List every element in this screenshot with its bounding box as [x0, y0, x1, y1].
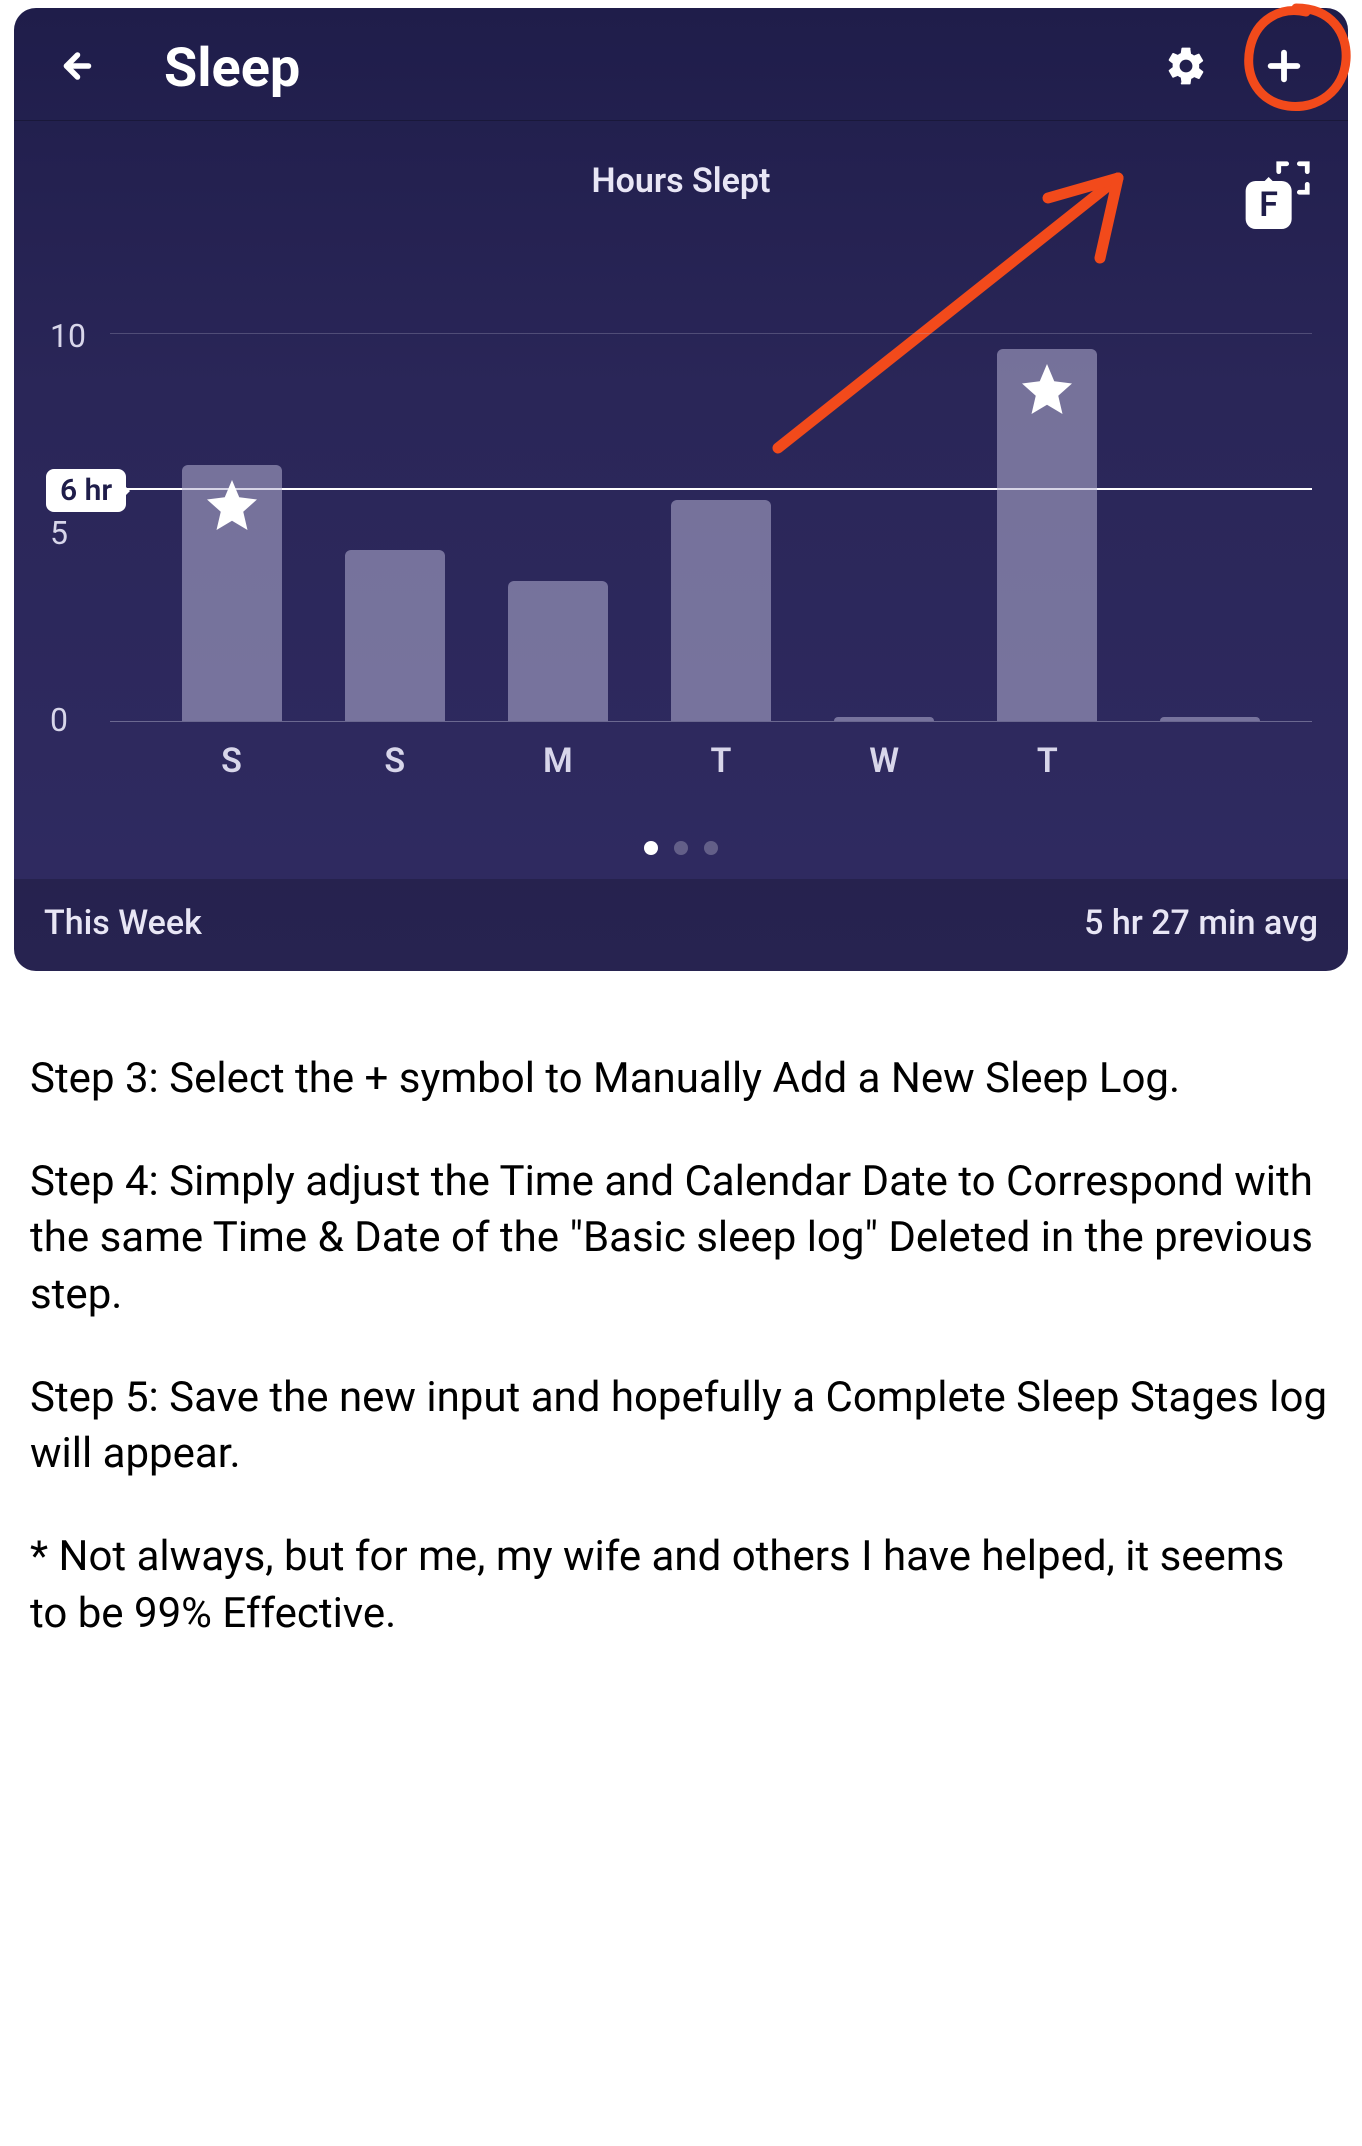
chart-section: Hours Slept 10 5 0 6 hr S S M T W T F — [14, 121, 1348, 879]
bar-column[interactable]: S — [313, 221, 476, 821]
pager-dot[interactable] — [644, 841, 658, 855]
page-title: Sleep — [164, 37, 1116, 100]
chart-title: Hours Slept — [50, 161, 1312, 201]
bar-column[interactable]: T — [639, 221, 802, 821]
chart-footer: This Week 5 hr 27 min avg — [14, 879, 1348, 971]
back-button[interactable] — [50, 44, 94, 92]
bar[interactable] — [508, 581, 608, 721]
note: * Not always, but for me, my wife and ot… — [30, 1529, 1332, 1642]
add-button[interactable] — [1256, 38, 1312, 98]
step-3: Step 3: Select the + symbol to Manually … — [30, 1051, 1332, 1108]
sleep-card: Sleep Hours Slept 10 5 0 — [14, 8, 1348, 971]
app-header: Sleep — [14, 8, 1348, 121]
pager[interactable] — [50, 821, 1312, 869]
bar[interactable] — [345, 550, 445, 721]
bars-container: SSMTWTF — [150, 221, 1292, 821]
bar[interactable] — [997, 349, 1097, 721]
bar-column[interactable]: T — [966, 221, 1129, 821]
bar-column[interactable]: M — [476, 221, 639, 821]
chart-area[interactable]: 10 5 0 6 hr SSMTWTF — [50, 221, 1312, 821]
avg-label: 5 hr 27 min avg — [1084, 903, 1318, 943]
x-label: T — [1037, 741, 1058, 781]
pager-dot[interactable] — [704, 841, 718, 855]
bar[interactable] — [671, 500, 771, 721]
bar-column[interactable]: F — [1129, 221, 1292, 821]
star-icon — [1017, 359, 1077, 423]
bar[interactable] — [182, 465, 282, 721]
pager-dot[interactable] — [674, 841, 688, 855]
bar-column[interactable]: W — [803, 221, 966, 821]
bar[interactable] — [834, 717, 934, 721]
x-label: T — [711, 741, 732, 781]
avg-badge: 6 hr — [46, 469, 126, 512]
star-icon — [202, 475, 262, 539]
bar-column[interactable]: S — [150, 221, 313, 821]
bar[interactable] — [1160, 717, 1260, 721]
settings-button[interactable] — [1156, 36, 1216, 100]
x-label: F — [1245, 181, 1292, 229]
x-label: S — [221, 741, 242, 781]
step-4: Step 4: Simply adjust the Time and Calen… — [30, 1154, 1332, 1324]
x-label: W — [869, 741, 899, 781]
instructions: Step 3: Select the + symbol to Manually … — [0, 971, 1362, 1729]
y-tick: 5 — [50, 514, 68, 552]
y-tick: 0 — [50, 701, 68, 739]
step-5: Step 5: Save the new input and hopefully… — [30, 1370, 1332, 1483]
y-axis: 10 5 0 — [50, 221, 110, 821]
x-label: S — [384, 741, 405, 781]
x-label: M — [543, 741, 573, 781]
y-tick: 10 — [50, 317, 86, 355]
period-label: This Week — [44, 903, 202, 943]
